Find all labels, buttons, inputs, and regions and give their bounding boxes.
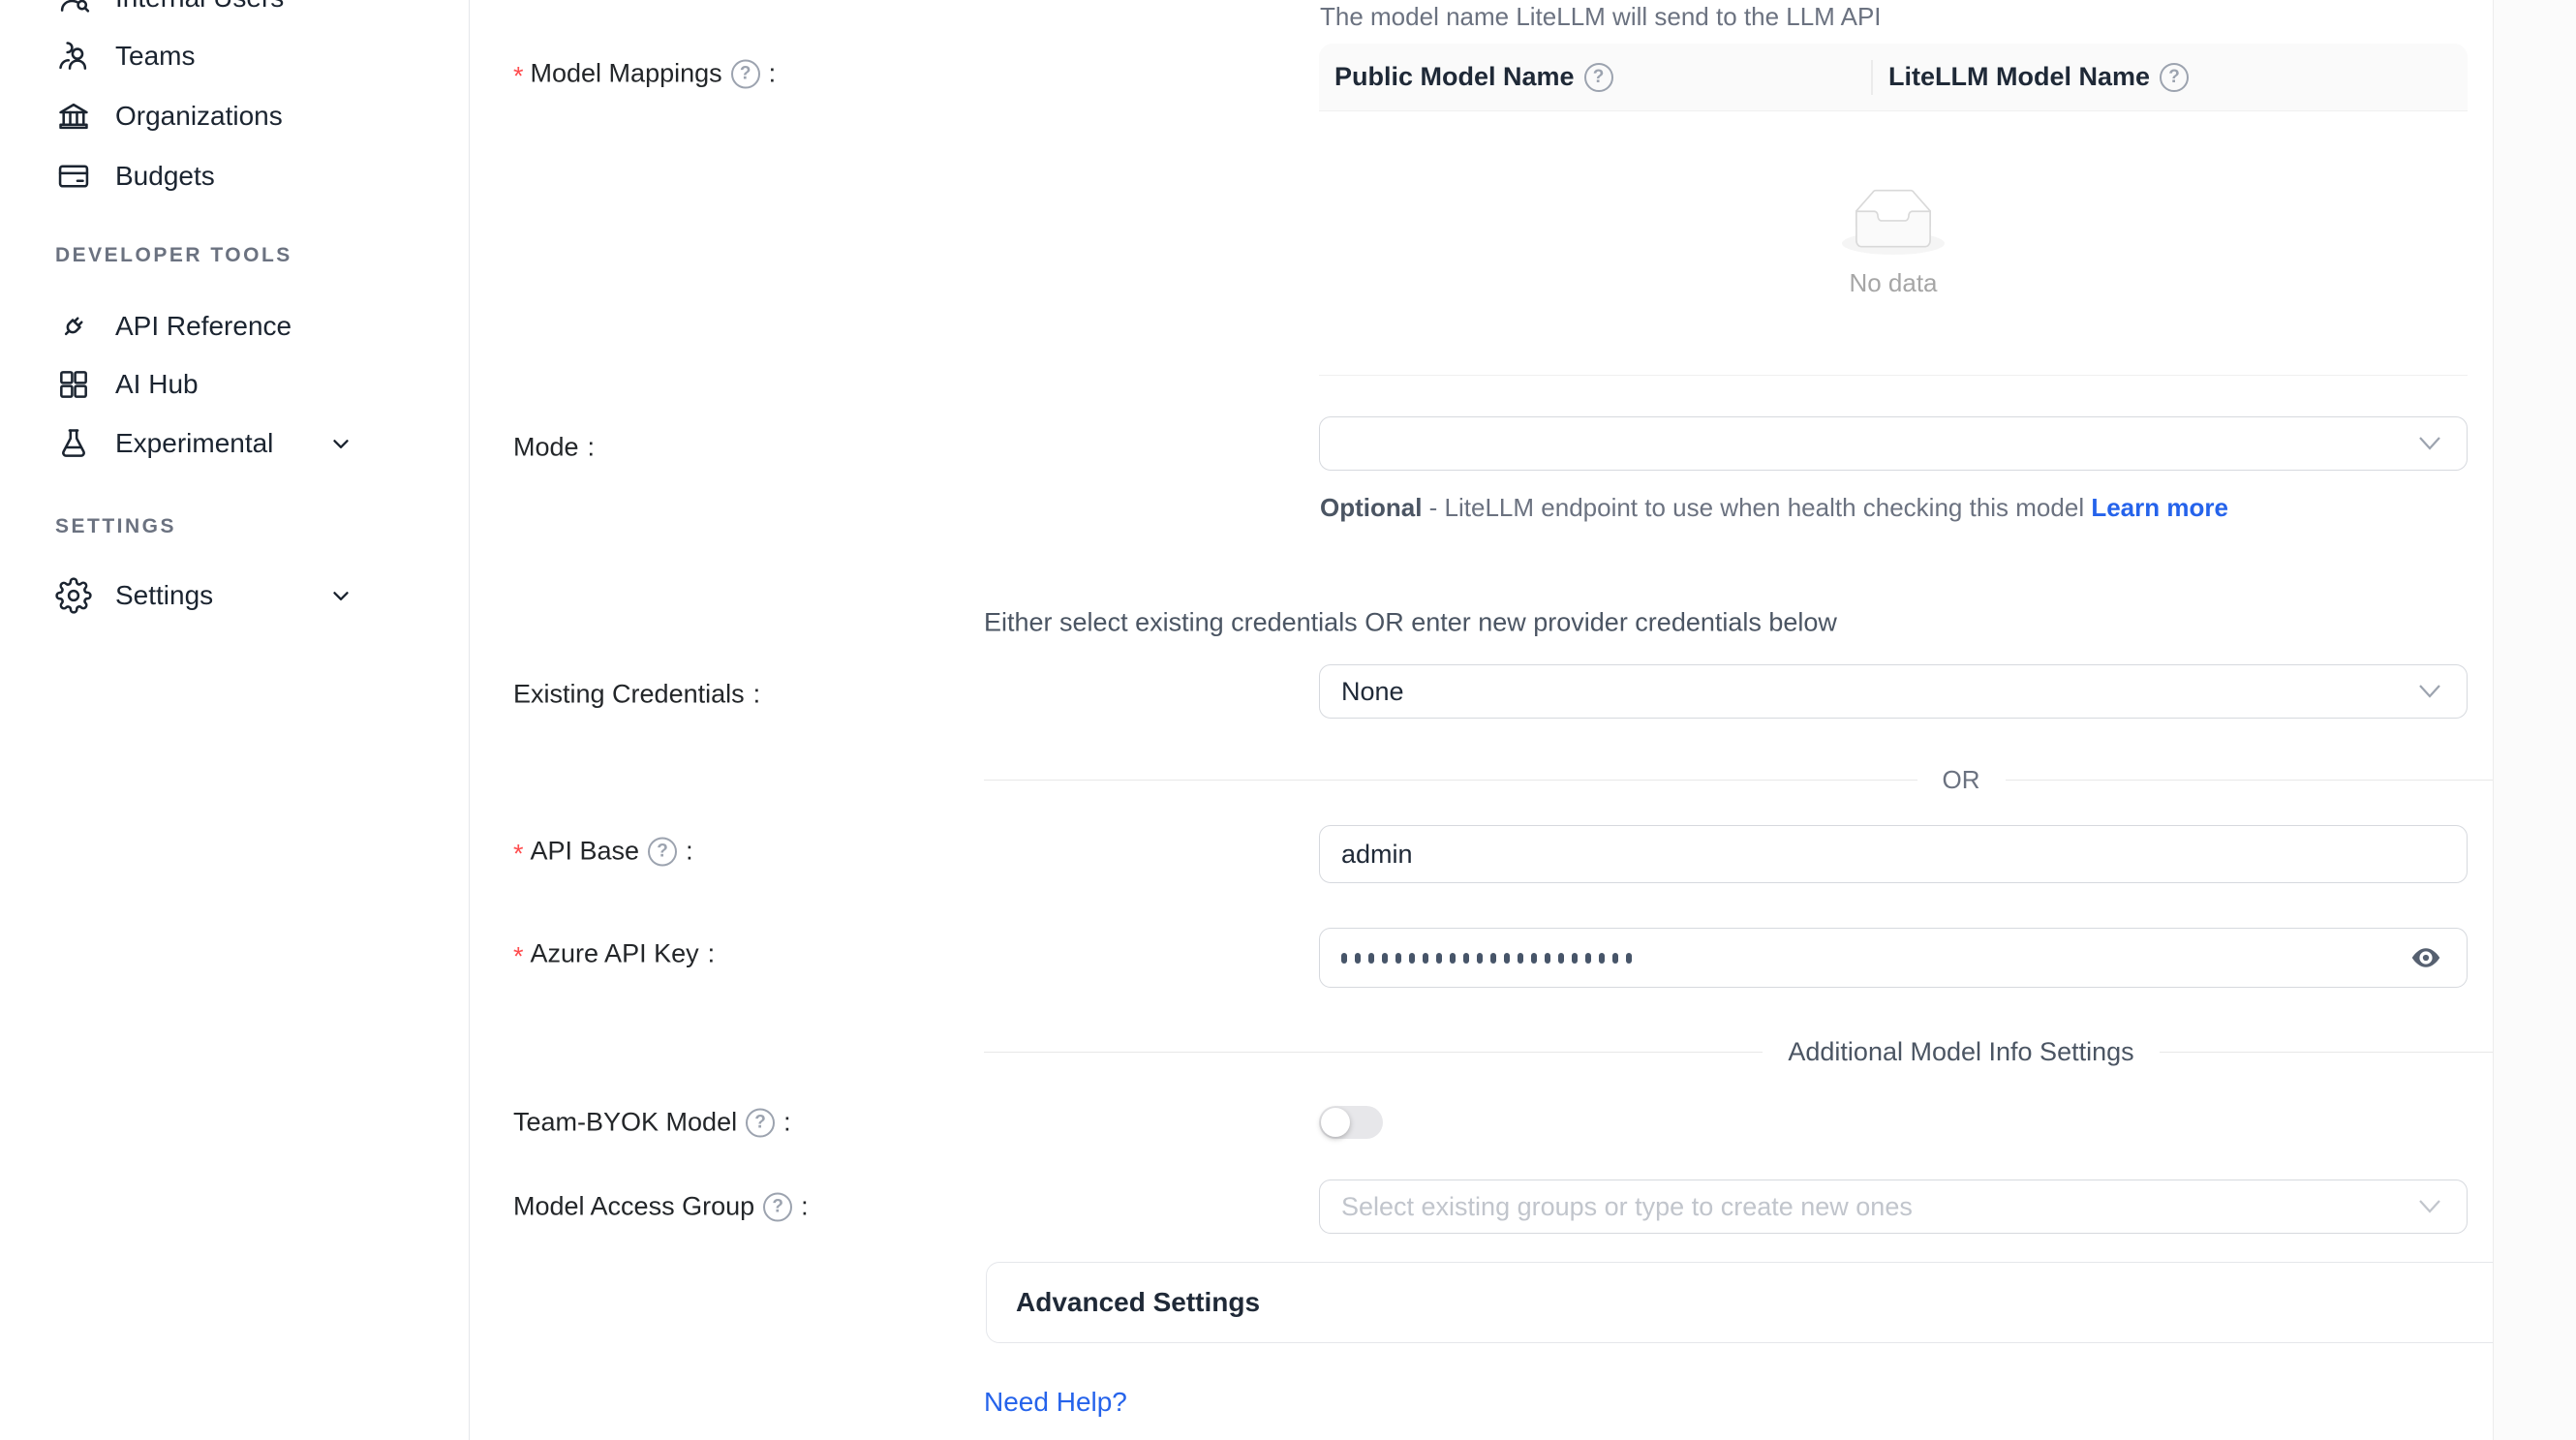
help-icon[interactable]: ?	[2160, 63, 2189, 92]
api-base-label: * API Base ? :	[513, 837, 693, 867]
existing-credentials-label: Existing Credentials :	[513, 680, 760, 710]
mode-helper-text: Optional - LiteLLM endpoint to use when …	[1320, 488, 2240, 527]
credentials-note: Either select existing credentials OR en…	[984, 608, 1837, 638]
add-model-page: Internal Users Teams Organizations Budge…	[0, 0, 2576, 1440]
credit-card-icon	[55, 158, 92, 195]
sidebar-item-budgets[interactable]: Budgets	[0, 146, 470, 206]
sidebar: Internal Users Teams Organizations Budge…	[0, 0, 470, 1440]
chevron-down-icon	[2418, 684, 2441, 699]
sidebar-item-label: Settings	[115, 580, 213, 611]
users-icon	[55, 38, 92, 75]
column-header-litellm-model-name: LiteLLM Model Name ?	[1871, 44, 2189, 110]
mode-label: Mode :	[513, 433, 595, 463]
existing-credentials-select[interactable]: None	[1319, 664, 2468, 719]
azure-api-key-label: * Azure API Key :	[513, 939, 715, 969]
no-data-text: No data	[1849, 268, 1937, 298]
team-byok-label: Team-BYOK Model ? :	[513, 1108, 791, 1138]
azure-api-key-input[interactable]	[1319, 928, 2468, 988]
sidebar-item-label: Teams	[115, 41, 195, 72]
team-byok-toggle[interactable]	[1319, 1106, 1383, 1139]
help-icon[interactable]: ?	[1584, 63, 1613, 92]
api-base-input[interactable]: admin	[1319, 825, 2468, 883]
toggle-knob	[1321, 1108, 1350, 1137]
gear-icon	[55, 577, 92, 614]
required-asterisk: *	[513, 942, 524, 972]
or-divider: OR	[984, 765, 2576, 795]
bank-icon	[55, 98, 92, 135]
sidebar-item-label: AI Hub	[115, 369, 199, 400]
model-access-group-label: Model Access Group ? :	[513, 1192, 809, 1222]
model-name-helper-text: The model name LiteLLM will send to the …	[1320, 2, 1882, 32]
help-icon[interactable]: ?	[746, 1108, 775, 1137]
user-icon	[55, 0, 92, 16]
required-asterisk: *	[513, 840, 524, 870]
sidebar-section-settings: SETTINGS	[55, 515, 176, 538]
plug-icon	[55, 308, 92, 345]
password-dots	[1341, 953, 1632, 964]
additional-settings-divider: Additional Model Info Settings	[984, 1037, 2576, 1067]
chevron-down-icon	[328, 431, 353, 456]
mode-select[interactable]	[1319, 416, 2468, 471]
help-icon[interactable]: ?	[731, 59, 760, 88]
empty-inbox-icon	[1842, 189, 1945, 255]
flask-icon	[55, 425, 92, 462]
chevron-down-icon	[328, 583, 353, 608]
model-access-group-select[interactable]: Select existing groups or type to create…	[1319, 1180, 2468, 1234]
table-header-row: Public Model Name ? LiteLLM Model Name ?	[1319, 44, 2468, 111]
required-asterisk: *	[513, 62, 524, 92]
advanced-settings-panel[interactable]: Advanced Settings	[986, 1262, 2576, 1343]
sidebar-item-label: Budgets	[115, 161, 215, 192]
sidebar-item-label: Internal Users	[115, 0, 284, 14]
column-header-public-model-name: Public Model Name ?	[1319, 44, 1871, 110]
column-divider	[1871, 60, 1873, 95]
help-icon[interactable]: ?	[763, 1192, 792, 1221]
sidebar-item-settings[interactable]: Settings	[0, 566, 470, 626]
sidebar-item-api-reference[interactable]: API Reference	[0, 296, 470, 356]
sidebar-item-ai-hub[interactable]: AI Hub	[0, 354, 470, 414]
sidebar-item-label: Experimental	[115, 428, 273, 459]
eye-icon[interactable]	[2408, 940, 2443, 975]
sidebar-item-organizations[interactable]: Organizations	[0, 86, 470, 146]
chevron-down-icon	[2418, 1199, 2441, 1214]
chevron-down-icon	[2418, 436, 2441, 451]
help-icon[interactable]: ?	[648, 837, 677, 866]
sidebar-item-teams[interactable]: Teams	[0, 26, 470, 86]
need-help-link[interactable]: Need Help?	[984, 1387, 1127, 1418]
sidebar-item-label: API Reference	[115, 311, 291, 342]
model-mappings-table: Public Model Name ? LiteLLM Model Name ?	[1319, 44, 2468, 376]
sidebar-section-developer-tools: DEVELOPER TOOLS	[55, 244, 292, 267]
add-model-form: The model name LiteLLM will send to the …	[471, 0, 2493, 1440]
sidebar-item-label: Organizations	[115, 101, 283, 132]
grid-icon	[55, 366, 92, 403]
page-background-strip	[2493, 0, 2576, 1440]
model-mappings-label: * Model Mappings ? :	[513, 59, 776, 89]
sidebar-item-internal-users[interactable]: Internal Users	[0, 0, 470, 28]
sidebar-item-experimental[interactable]: Experimental	[0, 414, 470, 474]
table-empty-state: No data	[1319, 111, 2468, 376]
learn-more-link[interactable]: Learn more	[2091, 493, 2228, 522]
